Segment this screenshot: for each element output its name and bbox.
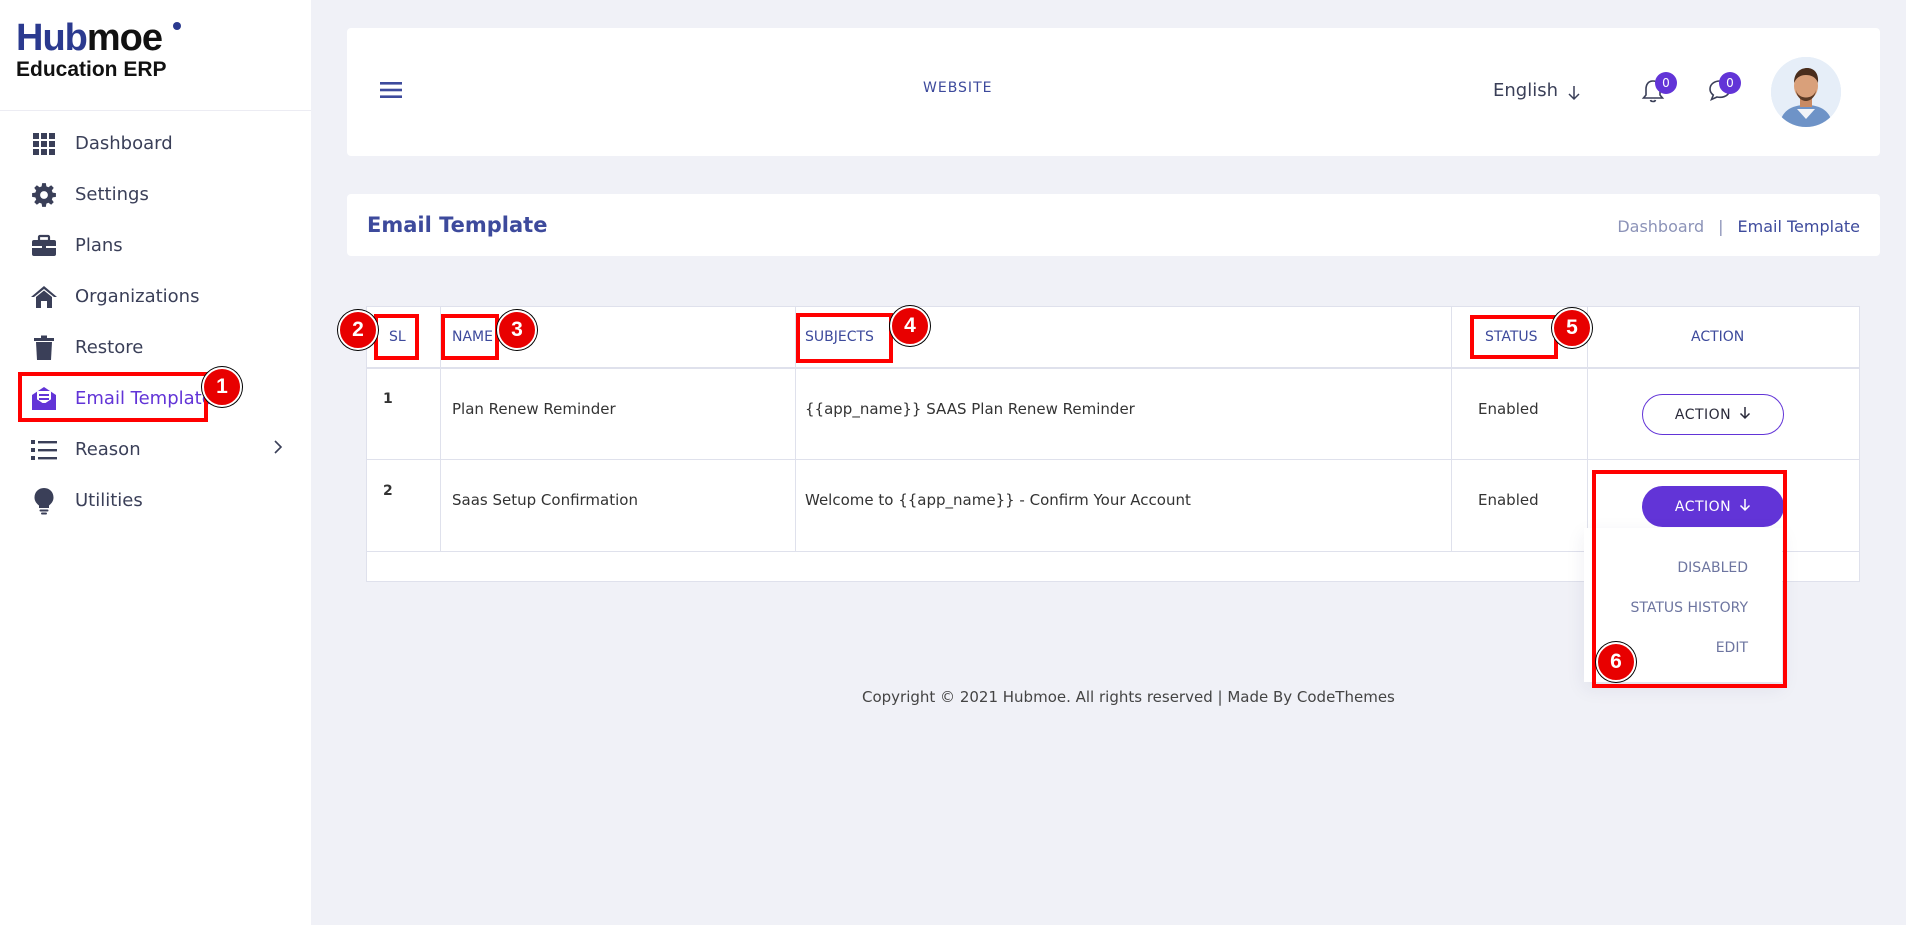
sidebar-item-label: Restore — [75, 337, 144, 358]
home-icon — [30, 283, 58, 311]
page-title: Email Template — [367, 213, 548, 237]
breadcrumb-dashboard-link[interactable]: Dashboard — [1617, 217, 1704, 236]
annotation-badge-3: 3 — [497, 310, 537, 350]
briefcase-icon — [30, 232, 58, 260]
sidebar-item-reason[interactable]: Reason — [0, 424, 311, 475]
page-title-bar: Email Template Dashboard | Email Template — [347, 194, 1880, 256]
highlight-box-email-template — [18, 372, 208, 422]
brand-dot — [173, 22, 181, 30]
table-cell-name: Plan Renew Reminder — [452, 400, 616, 418]
column-divider — [1587, 307, 1588, 551]
top-header: WEBSITE English 0 0 — [347, 28, 1880, 156]
annotation-badge-6: 6 — [1596, 642, 1636, 682]
table-cell-status: Enabled — [1478, 400, 1539, 418]
annotation-badge-1: 1 — [202, 367, 242, 407]
row-divider — [367, 459, 1859, 460]
column-header-action: ACTION — [1691, 329, 1745, 345]
sidebar-item-dashboard[interactable]: Dashboard — [0, 118, 311, 169]
sidebar-nav: Dashboard Settings Plans Organizations R… — [0, 118, 311, 526]
sidebar-item-label: Plans — [75, 235, 123, 256]
table-cell-subject: {{app_name}} SAAS Plan Renew Reminder — [805, 400, 1135, 418]
highlight-box-status — [1470, 315, 1558, 359]
sidebar-item-settings[interactable]: Settings — [0, 169, 311, 220]
table-cell-status: Enabled — [1478, 491, 1539, 509]
annotation-badge-2: 2 — [338, 310, 378, 350]
sidebar-item-label: Utilities — [75, 490, 143, 511]
trash-icon — [30, 334, 58, 362]
sidebar-item-organizations[interactable]: Organizations — [0, 271, 311, 322]
sidebar: Hubmoe Education ERP Dashboard Settings … — [0, 0, 311, 925]
breadcrumb-separator: | — [1718, 217, 1724, 236]
breadcrumb-current: Email Template — [1737, 217, 1860, 236]
sidebar-item-label: Dashboard — [75, 133, 173, 154]
annotation-badge-4: 4 — [890, 306, 930, 346]
brand-name: Hubmoe — [16, 17, 163, 59]
header-divider — [367, 367, 1859, 369]
brand-subtitle: Education ERP — [16, 58, 167, 81]
table-cell-sl: 1 — [383, 391, 393, 407]
website-link[interactable]: WEBSITE — [923, 80, 992, 96]
chevron-right-icon[interactable] — [273, 439, 283, 460]
table-cell-subject: Welcome to {{app_name}} - Confirm Your A… — [805, 491, 1191, 509]
action-button-label: ACTION — [1674, 406, 1732, 423]
breadcrumb: Dashboard | Email Template — [1617, 217, 1860, 236]
footer-copyright: Copyright © 2021 Hubmoe. All rights rese… — [862, 688, 1395, 706]
arrow-down-icon — [1739, 406, 1751, 424]
sidebar-item-plans[interactable]: Plans — [0, 220, 311, 271]
table-cell-sl: 2 — [383, 483, 393, 499]
grid-icon — [30, 130, 58, 158]
sidebar-item-restore[interactable]: Restore — [0, 322, 311, 373]
language-selector[interactable]: English — [1493, 80, 1558, 101]
list-icon — [30, 436, 58, 464]
messages-count-badge: 0 — [1719, 72, 1741, 94]
avatar[interactable] — [1771, 57, 1841, 127]
sidebar-item-label: Settings — [75, 184, 149, 205]
bulb-icon — [30, 487, 58, 515]
action-button[interactable]: ACTION — [1642, 394, 1784, 435]
gear-icon — [30, 181, 58, 209]
highlight-box-sl — [374, 314, 419, 360]
sidebar-item-label: Organizations — [75, 286, 200, 307]
annotation-badge-5: 5 — [1552, 308, 1592, 348]
brand-logo[interactable]: Hubmoe Education ERP — [0, 0, 311, 111]
sidebar-item-label: Reason — [75, 439, 141, 460]
arrow-down-icon[interactable] — [1567, 85, 1581, 105]
table-cell-name: Saas Setup Confirmation — [452, 491, 638, 509]
notifications-count-badge: 0 — [1655, 72, 1677, 94]
menu-icon[interactable] — [380, 81, 402, 103]
highlight-box-name — [441, 314, 499, 360]
highlight-box-subjects — [796, 313, 893, 363]
column-divider — [1451, 307, 1452, 551]
sidebar-item-utilities[interactable]: Utilities — [0, 475, 311, 526]
